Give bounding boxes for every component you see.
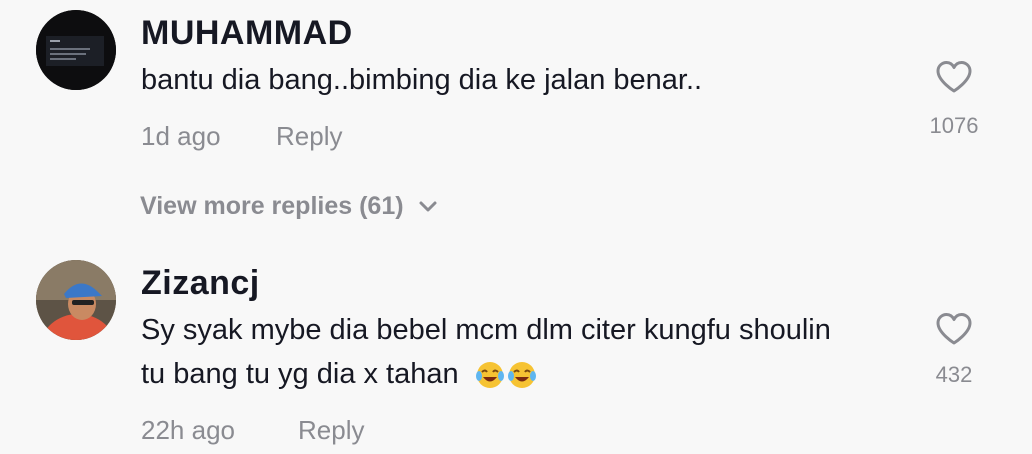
comment-text: Sy syak mybe dia bebel mcm dlm citer kun…	[141, 314, 831, 346]
like-count: 432	[935, 362, 973, 387]
person-photo-avatar-icon	[36, 260, 116, 340]
tears-of-joy-icon	[507, 362, 536, 389]
comment-timestamp: 1d ago	[141, 121, 221, 151]
comment-timestamp: 22h ago	[141, 415, 235, 445]
view-more-replies-label: View more replies (61)	[140, 192, 404, 220]
comment-text-line-2: tu bang tu yg dia x tahan	[141, 358, 537, 391]
comment-username[interactable]: Zizancj	[141, 264, 260, 303]
comment-text: tu bang tu yg dia x tahan	[141, 358, 459, 390]
heart-icon[interactable]	[935, 312, 973, 346]
comment-item: Zizancj Sy syak mybe dia bebel mcm dlm c…	[0, 250, 1032, 454]
heart-icon[interactable]	[935, 60, 973, 94]
tears-of-joy-icon	[475, 362, 504, 389]
emoji-laughing-icon	[473, 360, 537, 390]
dark-screenshot-avatar-icon	[36, 10, 116, 90]
reply-button[interactable]: Reply	[298, 415, 364, 446]
comment-text: bantu dia bang..bimbing dia ke jalan ben…	[141, 64, 703, 96]
comment-username[interactable]: MUHAMMAD	[141, 14, 353, 53]
view-more-replies-button[interactable]: View more replies (61)	[140, 192, 438, 221]
chevron-down-icon	[419, 201, 437, 211]
avatar[interactable]	[36, 10, 116, 90]
like-count: 1076	[929, 113, 979, 138]
reply-button[interactable]: Reply	[276, 121, 342, 152]
comment-item: MUHAMMAD bantu dia bang..bimbing dia ke …	[0, 0, 1032, 180]
avatar[interactable]	[36, 260, 116, 340]
